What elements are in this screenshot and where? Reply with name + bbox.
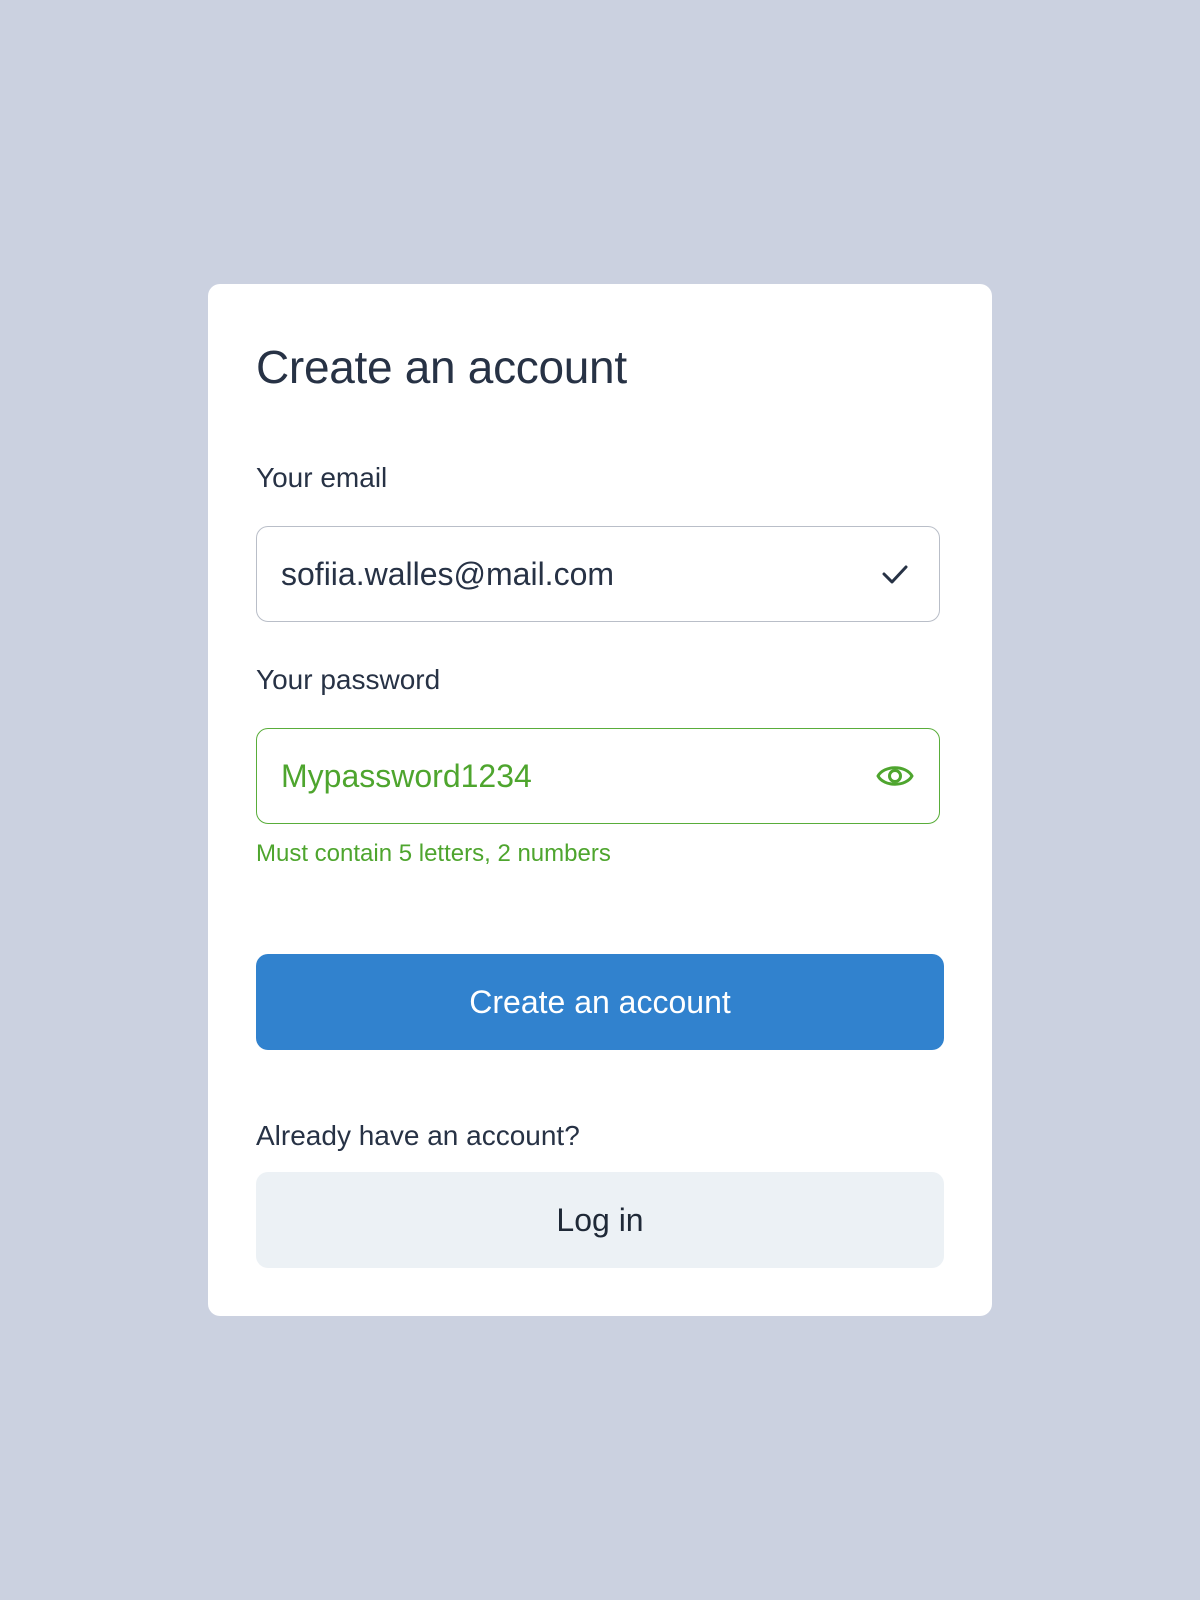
signup-card: Create an account Your email Your passwo… [208, 284, 992, 1316]
password-hint: Must contain 5 letters, 2 numbers [256, 840, 611, 867]
login-button[interactable]: Log in [256, 1172, 944, 1268]
eye-icon[interactable] [875, 756, 915, 796]
login-prompt: Already have an account? [256, 1120, 580, 1151]
email-field-wrapper [256, 526, 940, 622]
password-field-wrapper [256, 728, 940, 824]
check-icon [875, 554, 915, 594]
email-field[interactable] [281, 544, 875, 604]
create-account-button[interactable]: Create an account [256, 954, 944, 1050]
password-label: Your password [256, 664, 441, 695]
page-title: Create an account [256, 341, 627, 393]
password-field[interactable] [281, 746, 875, 806]
email-label: Your email [256, 462, 388, 493]
